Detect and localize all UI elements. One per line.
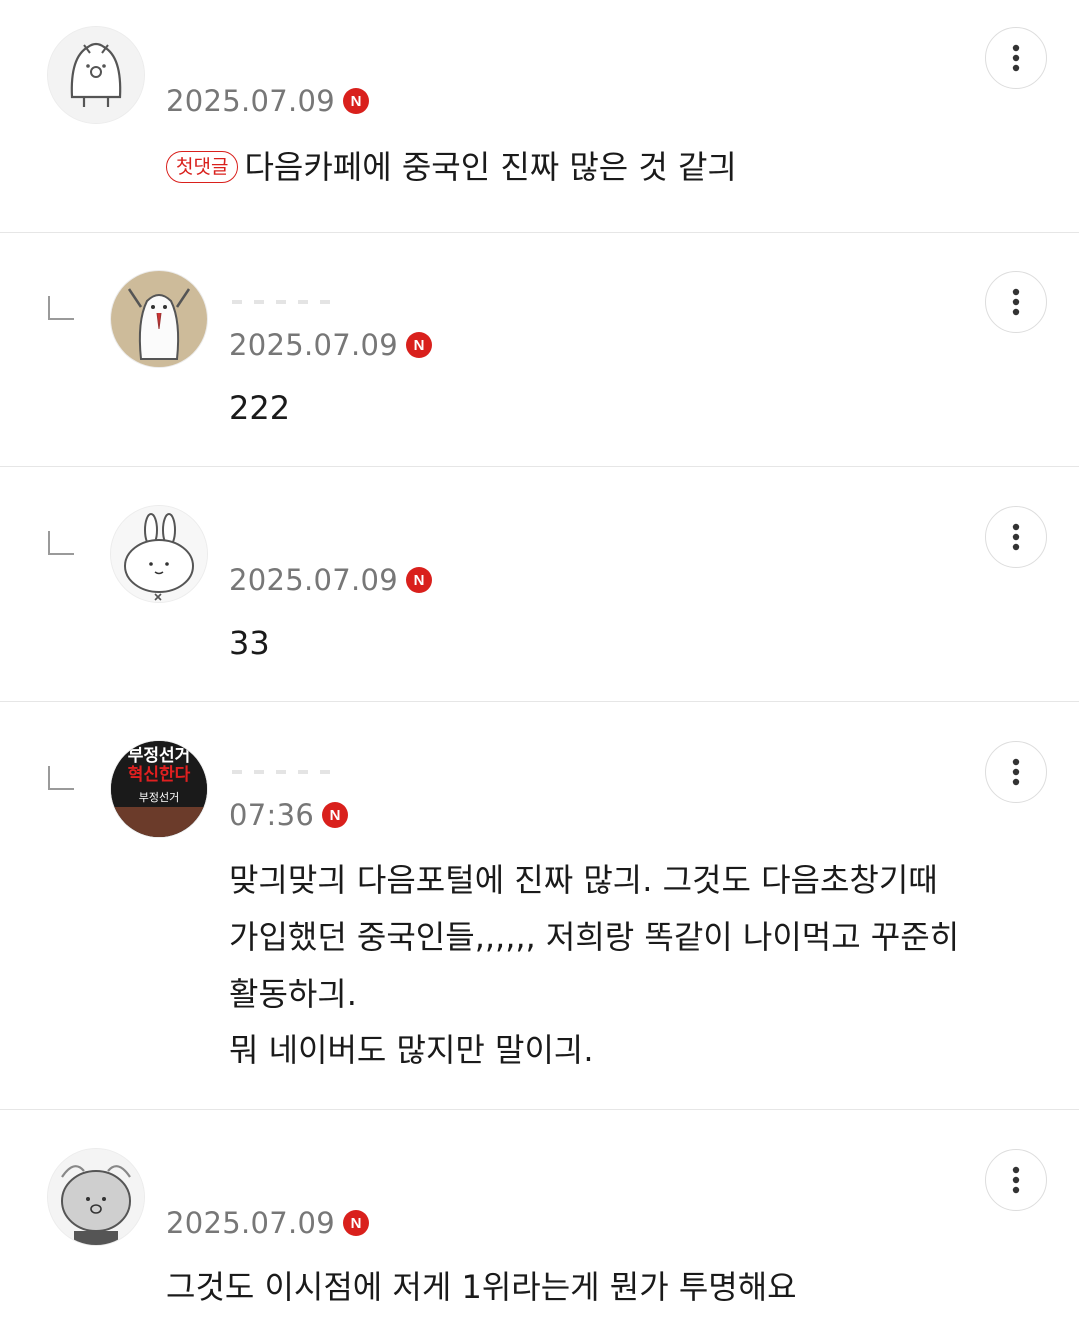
book-cover-image: 부정선거 혁신한다 부정선거 — [111, 741, 207, 837]
cover-title: 부정선거 — [128, 746, 191, 766]
comment-text-line: 맞긔맞긔 다음포털에 진짜 많긔. 그것도 다음초창기때 — [229, 861, 938, 899]
more-options-button[interactable] — [985, 741, 1047, 803]
comment-date: 2025.07.09 — [229, 563, 399, 597]
more-vertical-icon — [1012, 1166, 1020, 1194]
cat-icon — [48, 1149, 144, 1245]
first-comment-badge: 첫댓글 — [166, 151, 239, 183]
new-badge: N — [322, 802, 349, 828]
comment-text-row: 첫댓글 다음카페에 중국인 진짜 많은 것 같긔 — [166, 139, 737, 196]
comment-meta: 2025.07.09 N — [166, 84, 370, 118]
comment-meta: 2025.07.09 N — [229, 563, 433, 597]
more-vertical-icon — [1012, 758, 1020, 786]
avatar[interactable] — [47, 1148, 145, 1246]
avatar[interactable] — [110, 505, 208, 603]
comment-meta: 2025.07.09 N — [166, 1206, 370, 1240]
comment-meta: 2025.07.09 N — [229, 328, 433, 362]
new-badge: N — [406, 332, 433, 358]
comment-text-line: 뭐 네이버도 많지만 말이긔. — [229, 1031, 594, 1069]
more-vertical-icon — [1012, 44, 1020, 72]
comment-date: 07:36 — [229, 798, 315, 832]
comment-text: 그것도 이시점에 저게 1위라는게 뭔가 투명해요 — [166, 1268, 797, 1306]
more-options-button[interactable] — [985, 27, 1047, 89]
more-vertical-icon — [1012, 523, 1020, 551]
rabbit-icon — [111, 506, 207, 602]
comment-text: 다음카페에 중국인 진짜 많은 것 같긔 — [244, 148, 737, 186]
more-options-button[interactable] — [985, 506, 1047, 568]
comment-meta: 07:36 N — [229, 798, 349, 832]
penguin-icon — [48, 27, 144, 123]
comment-text-line: 가입했던 중국인들,,,,,, 저희랑 똑같이 나이먹고 꾸준히 — [229, 918, 960, 956]
divider — [0, 232, 1079, 233]
comment-text: 33 — [229, 624, 270, 662]
comment-date: 2025.07.09 — [166, 1206, 336, 1240]
reply-arrow-icon — [48, 296, 74, 320]
masked-username — [232, 300, 342, 304]
hamster-icon — [111, 271, 207, 367]
masked-username — [232, 770, 342, 774]
divider — [0, 701, 1079, 702]
new-badge: N — [343, 1210, 370, 1236]
avatar[interactable] — [110, 270, 208, 368]
more-vertical-icon — [1012, 288, 1020, 316]
reply-arrow-icon — [48, 766, 74, 790]
avatar[interactable] — [47, 26, 145, 124]
comment-date: 2025.07.09 — [166, 84, 336, 118]
cover-small-title: 부정선거 — [139, 791, 179, 804]
comment-text: 222 — [229, 389, 291, 427]
new-badge: N — [343, 88, 370, 114]
comment-text-line: 활동하긔. — [229, 975, 357, 1013]
comment-date: 2025.07.09 — [229, 328, 399, 362]
new-badge: N — [406, 567, 433, 593]
more-options-button[interactable] — [985, 1149, 1047, 1211]
divider — [0, 1109, 1079, 1110]
cover-subtitle: 혁신한다 — [128, 764, 191, 785]
reply-arrow-icon — [48, 531, 74, 555]
more-options-button[interactable] — [985, 271, 1047, 333]
divider — [0, 466, 1079, 467]
avatar[interactable]: 부정선거 혁신한다 부정선거 — [110, 740, 208, 838]
